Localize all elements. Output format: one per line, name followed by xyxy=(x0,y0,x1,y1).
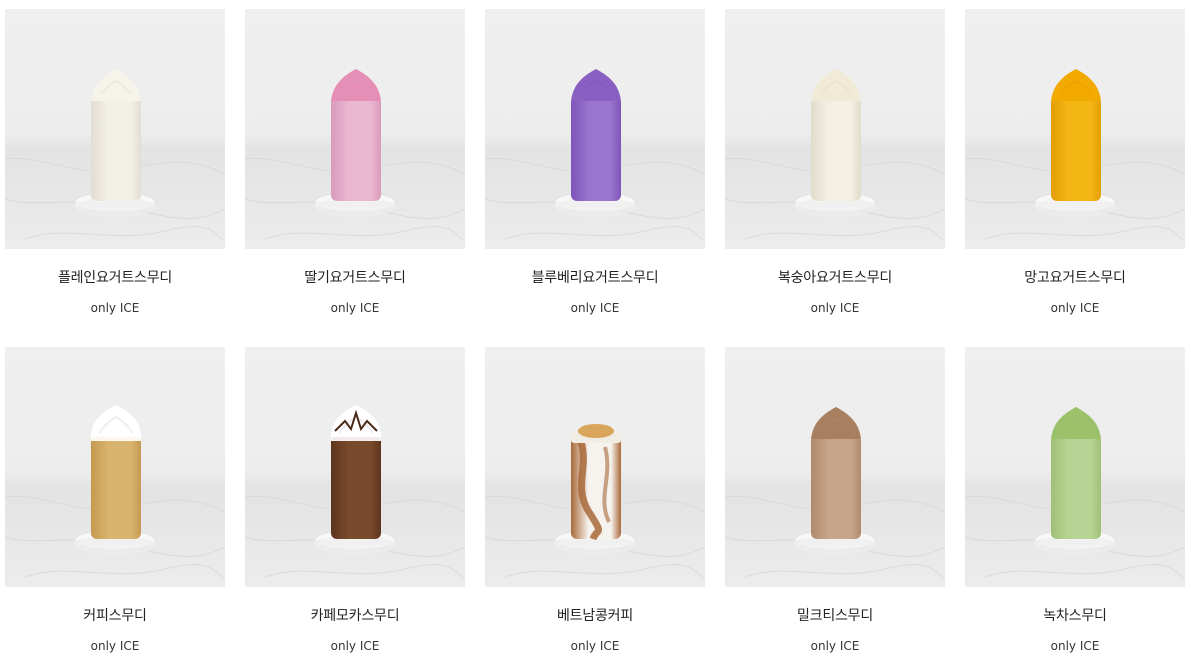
drink-illustration xyxy=(725,407,945,580)
product-image[interactable] xyxy=(245,347,465,587)
drink-illustration xyxy=(485,69,705,242)
cup xyxy=(331,435,381,539)
drink-illustration xyxy=(245,405,465,580)
product-name[interactable]: 망고요거트스무디 xyxy=(965,267,1185,287)
product-name[interactable]: 복숭아요거트스무디 xyxy=(725,267,945,287)
cup xyxy=(811,97,861,201)
product-grid: 플레인요거트스무디 only ICE 딸기요거트스무디 only ICE 블루베… xyxy=(0,0,1191,665)
product-image[interactable] xyxy=(245,9,465,249)
product-image[interactable] xyxy=(965,347,1185,587)
product-image[interactable] xyxy=(485,9,705,249)
cup xyxy=(811,435,861,539)
product-image[interactable] xyxy=(5,347,225,587)
cup xyxy=(1051,435,1101,539)
product-name[interactable]: 카페모카스무디 xyxy=(245,605,465,625)
cup xyxy=(571,97,621,201)
cup xyxy=(91,435,141,539)
product-card[interactable]: 플레인요거트스무디 only ICE xyxy=(5,9,225,315)
product-card[interactable]: 밀크티스무디 only ICE xyxy=(725,347,945,653)
product-tag: only ICE xyxy=(330,301,380,315)
product-card[interactable]: 베트남콩커피 only ICE xyxy=(485,347,705,653)
product-name[interactable]: 딸기요거트스무디 xyxy=(245,267,465,287)
product-card[interactable]: 망고요거트스무디 only ICE xyxy=(965,9,1185,315)
product-tag: only ICE xyxy=(570,639,620,653)
product-tag: only ICE xyxy=(810,301,860,315)
drink-illustration xyxy=(245,69,465,242)
product-name[interactable]: 블루베리요거트스무디 xyxy=(485,267,705,287)
product-image[interactable] xyxy=(725,9,945,249)
drink-illustration xyxy=(965,69,1185,242)
drink-illustration xyxy=(5,69,225,242)
product-image[interactable] xyxy=(965,9,1185,249)
product-image[interactable] xyxy=(5,9,225,249)
cup xyxy=(331,97,381,201)
product-card[interactable]: 복숭아요거트스무디 only ICE xyxy=(725,9,945,315)
product-tag: only ICE xyxy=(330,639,380,653)
product-card[interactable]: 블루베리요거트스무디 only ICE xyxy=(485,9,705,315)
product-image[interactable] xyxy=(725,347,945,587)
product-name[interactable]: 플레인요거트스무디 xyxy=(5,267,225,287)
product-tag: only ICE xyxy=(570,301,620,315)
product-card[interactable]: 딸기요거트스무디 only ICE xyxy=(245,9,465,315)
cup xyxy=(91,97,141,201)
product-card[interactable]: 녹차스무디 only ICE xyxy=(965,347,1185,653)
product-card[interactable]: 카페모카스무디 only ICE xyxy=(245,347,465,653)
product-tag: only ICE xyxy=(1050,639,1100,653)
product-image[interactable] xyxy=(485,347,705,587)
product-name[interactable]: 녹차스무디 xyxy=(965,605,1185,625)
product-tag: only ICE xyxy=(1050,301,1100,315)
drink-illustration xyxy=(725,69,945,242)
product-name[interactable]: 밀크티스무디 xyxy=(725,605,945,625)
product-name[interactable]: 베트남콩커피 xyxy=(485,605,705,625)
product-tag: only ICE xyxy=(90,301,140,315)
product-card[interactable]: 커피스무디 only ICE xyxy=(5,347,225,653)
cup xyxy=(1051,97,1101,201)
drink-illustration xyxy=(5,405,225,580)
drink-illustration xyxy=(965,407,1185,580)
product-name[interactable]: 커피스무디 xyxy=(5,605,225,625)
product-tag: only ICE xyxy=(90,639,140,653)
drink-illustration xyxy=(485,424,705,580)
product-tag: only ICE xyxy=(810,639,860,653)
